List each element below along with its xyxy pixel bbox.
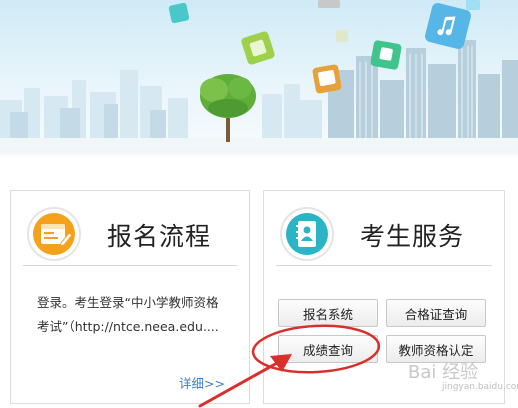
watermark-subtext: jingyan.baidu.com	[442, 382, 518, 392]
baidu-watermark: Bai 经验 jingyan.baidu.com	[408, 358, 518, 398]
watermark-text: Bai 经验	[408, 362, 479, 383]
arrow-head-icon	[270, 354, 292, 372]
pointer-arrow-icon	[198, 356, 288, 408]
annotation-overlay	[198, 324, 381, 408]
